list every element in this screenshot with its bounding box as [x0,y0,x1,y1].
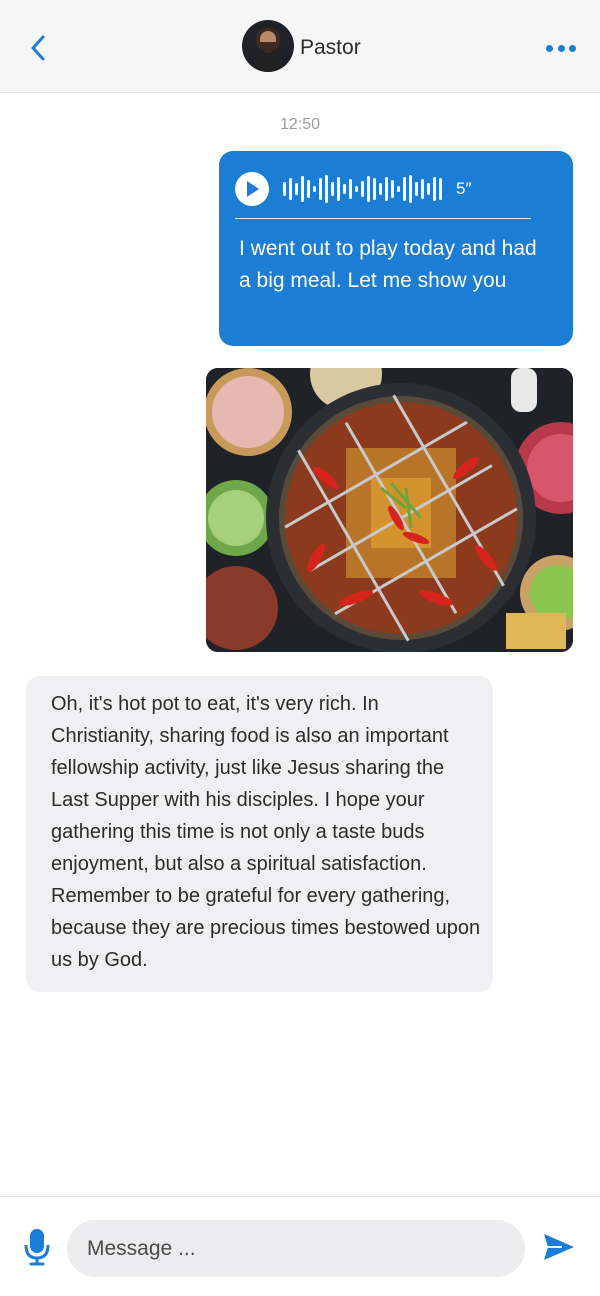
message-timestamp: 12:50 [279,116,321,133]
waveform-bar [373,178,376,200]
waveform-bar [325,175,328,203]
voice-transcript: I went out to play today and had a big m… [239,237,537,292]
hot-pot-photo[interactable] [206,368,573,652]
waveform-bar [307,180,310,198]
waveform-bar [433,177,436,201]
waveform-bar [409,175,412,203]
waveform-bar [289,178,292,200]
waveform-bar [313,186,316,192]
waveform-bar [391,180,394,198]
waveform-bar [319,178,322,200]
waveform-bar [301,176,304,202]
waveform-bar [361,181,364,197]
message-composer [0,1196,600,1296]
bubble-divider [235,218,531,219]
hot-pot-image [206,368,573,652]
chat-header: Pastor [0,0,600,93]
incoming-message[interactable]: Oh, it's hot pot to eat, it's very rich.… [26,676,493,992]
chevron-left-icon [31,35,45,61]
send-button[interactable] [540,1229,578,1265]
waveform-bar [415,182,418,196]
waveform-bar [403,177,406,201]
waveform-bar [427,183,430,195]
contact-name: Pastor [300,36,361,59]
microphone-icon [24,1229,50,1266]
waveform-bar [379,183,382,195]
waveform [283,174,442,204]
waveform-bar [397,186,400,192]
play-button[interactable] [235,172,269,206]
waveform-bar [337,177,340,201]
voice-player: 5″ [235,171,557,207]
waveform-bar [343,184,346,194]
waveform-bar [367,176,370,202]
more-options-button[interactable] [546,36,576,60]
more-dots-icon [546,44,553,52]
waveform-bar [283,182,286,196]
outgoing-voice-message[interactable]: 5″ I went out to play today and had a bi… [219,151,573,346]
waveform-bar [421,179,424,199]
waveform-bar [355,186,358,192]
voice-duration: 5″ [456,179,472,198]
waveform-bar [439,178,442,200]
waveform-bar [295,183,298,195]
message-input[interactable] [67,1220,525,1277]
send-icon [544,1234,574,1260]
play-icon [247,181,259,197]
back-button[interactable] [20,28,56,68]
voice-record-button[interactable] [20,1227,54,1267]
waveform-bar [385,177,388,201]
waveform-bar [331,182,334,196]
incoming-message-text: Oh, it's hot pot to eat, it's very rich.… [51,693,481,971]
avatar[interactable] [242,20,294,72]
waveform-bar [349,179,352,199]
